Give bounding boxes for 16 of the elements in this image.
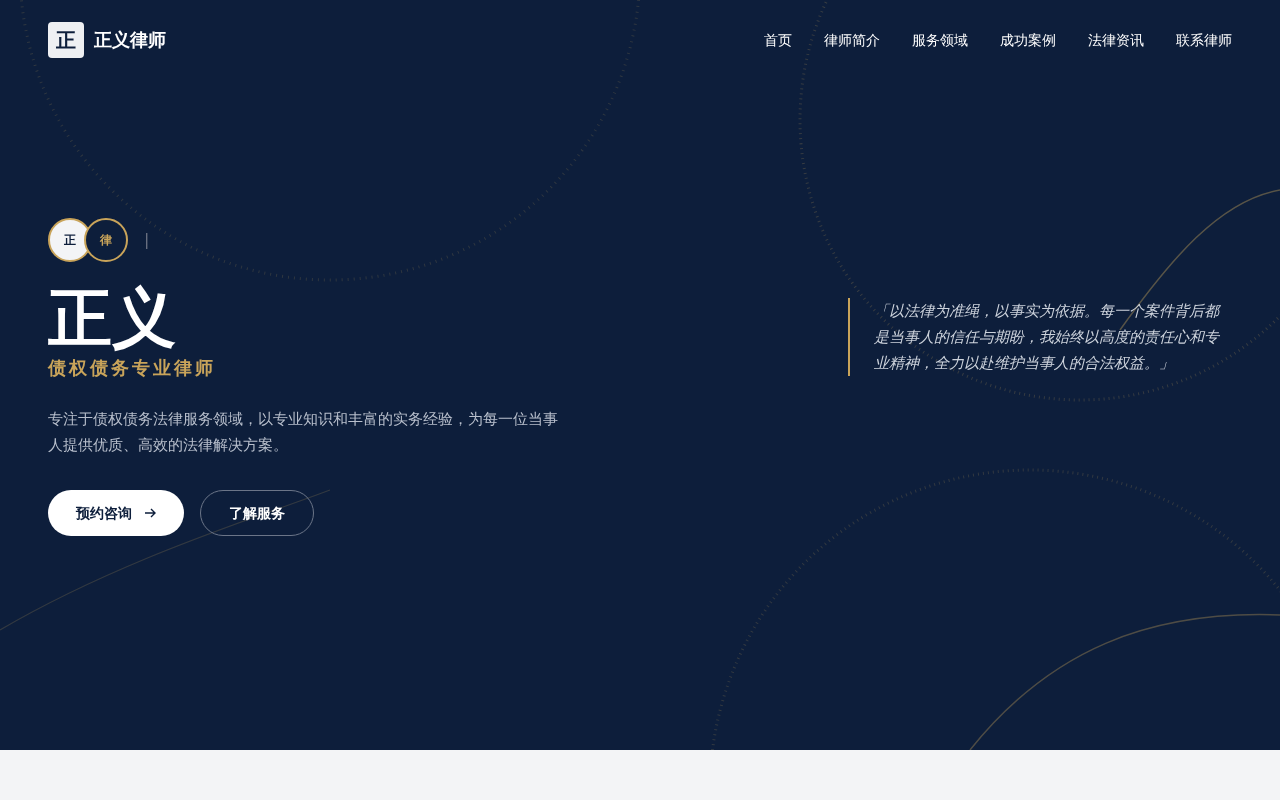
separator: | xyxy=(144,229,150,251)
nav-link[interactable]: 成功案例 xyxy=(1000,30,1056,50)
consult-button[interactable]: 预约咨询 xyxy=(48,490,184,536)
hero-title: 正义 xyxy=(48,286,177,350)
nav-link[interactable]: 服务领域 xyxy=(912,30,968,50)
quote-text: 「以法律为准绳，以事实为依据。每一个案件背后都是当事人的信任与期盼，我始终以高度的责任心和专业精神，全力以赴维护当事人的合法权益。」 xyxy=(848,298,1232,376)
hero-description: 专注于债权债务法律服务领域，以专业知识和丰富的实务经验，为每一位当事人提供优质、高效的法律解决方案。 xyxy=(48,409,559,456)
logo-mark[interactable]: 正 xyxy=(48,22,84,58)
site-name[interactable]: 正义律师 xyxy=(94,26,166,54)
nav-link[interactable]: 首页 xyxy=(764,30,792,50)
hero-subtitle: 债权债务专业律师 xyxy=(48,356,217,380)
nav-link[interactable]: 法律资讯 xyxy=(1088,30,1144,50)
nav-link[interactable]: 律师简介 xyxy=(824,30,880,50)
nav-link[interactable]: 联系律师 xyxy=(1176,30,1232,50)
seal-badge: 律 xyxy=(84,218,128,262)
arrow-right-icon xyxy=(144,507,156,519)
